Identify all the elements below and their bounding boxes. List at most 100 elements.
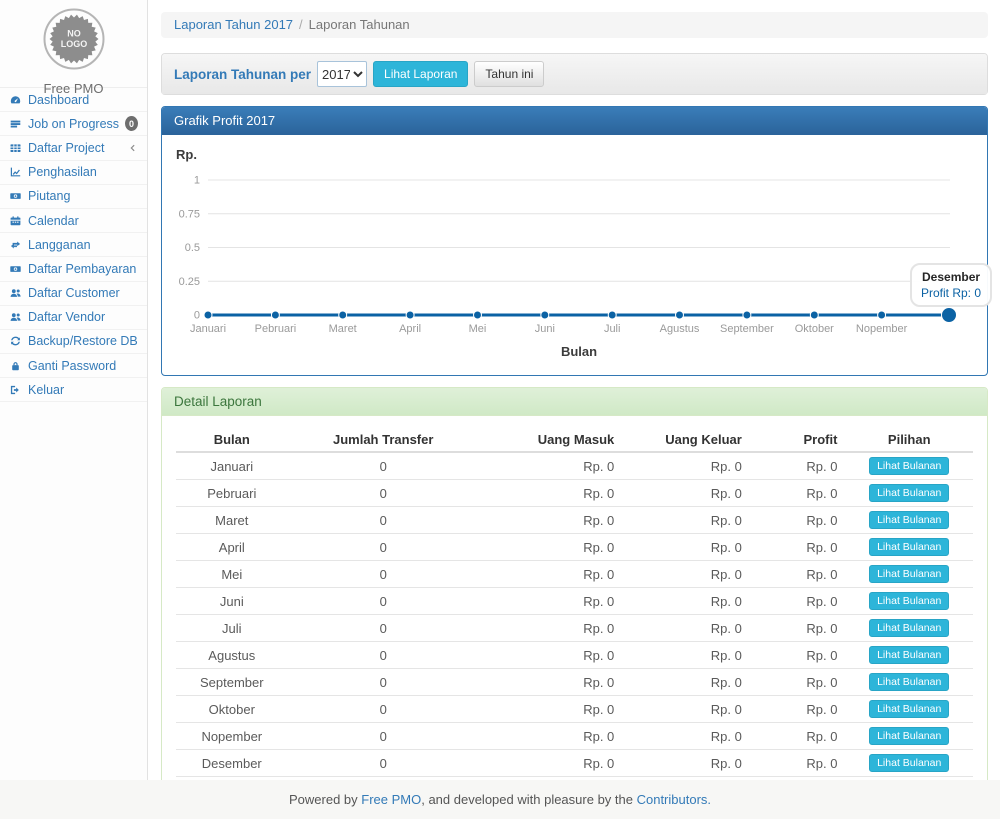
table-cell: Rp. 0 (622, 642, 750, 669)
table-cell: Rp. 0 (750, 507, 846, 534)
sidebar-item-ganti-password[interactable]: Ganti Password (0, 354, 147, 378)
profit-line-chart[interactable]: Rp.00.250.50.751JanuariPebruariMaretApri… (162, 135, 986, 375)
table-cell: 0 (288, 588, 479, 615)
table-cell: Rp. 0 (750, 534, 846, 561)
sidebar-item-calendar[interactable]: Calendar (0, 209, 147, 233)
footer: Powered by Free PMO, and developed with … (0, 780, 1000, 819)
table-cell: 0 (288, 696, 479, 723)
lihat-bulanan-button[interactable]: Lihat Bulanan (869, 592, 949, 610)
report-table: BulanJumlah TransferUang MasukUang Kelua… (176, 428, 973, 800)
table-cell: Rp. 0 (479, 642, 622, 669)
breadcrumb-link-laporan-tahun[interactable]: Laporan Tahun 2017 (174, 17, 293, 32)
table-cell: Pebruari (176, 480, 288, 507)
sidebar-item-label: Ganti Password (28, 359, 116, 373)
table-cell: Januari (176, 452, 288, 480)
sign-out-icon (9, 384, 22, 396)
table-cell: 0 (288, 723, 479, 750)
filter-panel-heading: Laporan Tahunan per 2017 Lihat Laporan T… (162, 54, 987, 94)
table-cell: 0 (288, 507, 479, 534)
lihat-bulanan-button[interactable]: Lihat Bulanan (869, 619, 949, 637)
sidebar-item-daftar-vendor[interactable]: Daftar Vendor (0, 306, 147, 330)
no-logo-seal-icon: NOLOGO (43, 8, 105, 70)
chart-panel: Grafik Profit 2017 Rp.00.250.50.751Janua… (161, 106, 988, 376)
table-row: Maret0Rp. 0Rp. 0Rp. 0Lihat Bulanan (176, 507, 973, 534)
table-cell: Nopember (176, 723, 288, 750)
tahun-ini-button[interactable]: Tahun ini (474, 61, 544, 87)
lihat-bulanan-button[interactable]: Lihat Bulanan (869, 700, 949, 718)
lihat-bulanan-button[interactable]: Lihat Bulanan (869, 727, 949, 745)
svg-text:Rp.: Rp. (176, 147, 197, 162)
money-icon (9, 263, 22, 275)
table-cell: Rp. 0 (479, 588, 622, 615)
lihat-bulanan-button[interactable]: Lihat Bulanan (869, 565, 949, 583)
table-cell: Rp. 0 (479, 480, 622, 507)
sidebar-item-keluar[interactable]: Keluar (0, 378, 147, 402)
sidebar-menu: DashboardJob on Progress0 Daftar Project P… (0, 88, 147, 402)
year-select[interactable]: 2017 (317, 61, 367, 87)
sidebar-item-label: Langganan (28, 238, 91, 252)
chevron-left-icon (128, 142, 138, 154)
lihat-bulanan-button[interactable]: Lihat Bulanan (869, 754, 949, 772)
table-cell-action: Lihat Bulanan (845, 588, 973, 615)
column-header-uang-keluar: Uang Keluar (622, 428, 750, 452)
sidebar-item-penghasilan[interactable]: Penghasilan (0, 161, 147, 185)
table-cell-action: Lihat Bulanan (845, 561, 973, 588)
table-cell: Rp. 0 (622, 452, 750, 480)
table-cell: Rp. 0 (622, 696, 750, 723)
lihat-bulanan-button[interactable]: Lihat Bulanan (869, 646, 949, 664)
tasks-icon (9, 118, 22, 130)
table-cell: April (176, 534, 288, 561)
refresh-icon (9, 335, 22, 347)
filter-panel: Laporan Tahunan per 2017 Lihat Laporan T… (161, 53, 988, 95)
sidebar-item-label: Piutang (28, 189, 70, 203)
table-cell: Juni (176, 588, 288, 615)
column-header-profit: Profit (750, 428, 846, 452)
table-cell-action: Lihat Bulanan (845, 642, 973, 669)
lihat-bulanan-button[interactable]: Lihat Bulanan (869, 511, 949, 529)
table-row: Pebruari0Rp. 0Rp. 0Rp. 0Lihat Bulanan (176, 480, 973, 507)
svg-text:Agustus: Agustus (660, 323, 700, 335)
sidebar-item-daftar-customer[interactable]: Daftar Customer (0, 282, 147, 306)
detail-panel: Detail Laporan BulanJumlah TransferUang … (161, 387, 988, 815)
sidebar-item-dashboard[interactable]: Dashboard (0, 88, 147, 112)
money-icon (9, 190, 22, 202)
lihat-bulanan-button[interactable]: Lihat Bulanan (869, 673, 949, 691)
sidebar-item-label: Daftar Project (28, 141, 104, 155)
table-cell-action: Lihat Bulanan (845, 723, 973, 750)
table-header-row: BulanJumlah TransferUang MasukUang Kelua… (176, 428, 973, 452)
table-cell: Rp. 0 (750, 669, 846, 696)
table-cell: 0 (288, 561, 479, 588)
table-cell: Rp. 0 (479, 750, 622, 777)
sidebar-item-langganan[interactable]: Langganan (0, 233, 147, 257)
table-cell: Juli (176, 615, 288, 642)
table-cell: Desember (176, 750, 288, 777)
lihat-bulanan-button[interactable]: Lihat Bulanan (869, 484, 949, 502)
breadcrumb-separator: / (299, 17, 303, 32)
svg-text:0: 0 (194, 310, 200, 322)
brand-logo[interactable]: NOLOGO Free PMO (0, 0, 147, 88)
column-header-jumlah-transfer: Jumlah Transfer (288, 428, 479, 452)
lihat-bulanan-button[interactable]: Lihat Bulanan (869, 538, 949, 556)
sidebar: NOLOGO Free PMO DashboardJob on Progress… (0, 0, 148, 780)
table-row: September0Rp. 0Rp. 0Rp. 0Lihat Bulanan (176, 669, 973, 696)
users-icon (9, 311, 22, 323)
sidebar-item-piutang[interactable]: Piutang (0, 185, 147, 209)
table-cell: Rp. 0 (479, 723, 622, 750)
sidebar-item-backup-restore-db[interactable]: Backup/Restore DB (0, 330, 147, 354)
sidebar-item-job-on-progress[interactable]: Job on Progress0 (0, 112, 147, 136)
breadcrumb-current: Laporan Tahunan (309, 17, 410, 32)
svg-text:0.5: 0.5 (185, 242, 200, 254)
footer-link-freepmo[interactable]: Free PMO (361, 792, 421, 807)
table-cell: 0 (288, 642, 479, 669)
table-cell-action: Lihat Bulanan (845, 669, 973, 696)
column-header-bulan: Bulan (176, 428, 288, 452)
sidebar-item-daftar-pembayaran[interactable]: Daftar Pembayaran (0, 257, 147, 281)
sidebar-item-label: Keluar (28, 383, 64, 397)
sidebar-item-daftar-project[interactable]: Daftar Project (0, 136, 147, 160)
lihat-laporan-button[interactable]: Lihat Laporan (373, 61, 468, 87)
footer-link-contributors[interactable]: Contributors. (637, 792, 711, 807)
table-cell-action: Lihat Bulanan (845, 507, 973, 534)
chart-body: Rp.00.250.50.751JanuariPebruariMaretApri… (162, 135, 987, 375)
lihat-bulanan-button[interactable]: Lihat Bulanan (869, 457, 949, 475)
table-cell-action: Lihat Bulanan (845, 750, 973, 777)
